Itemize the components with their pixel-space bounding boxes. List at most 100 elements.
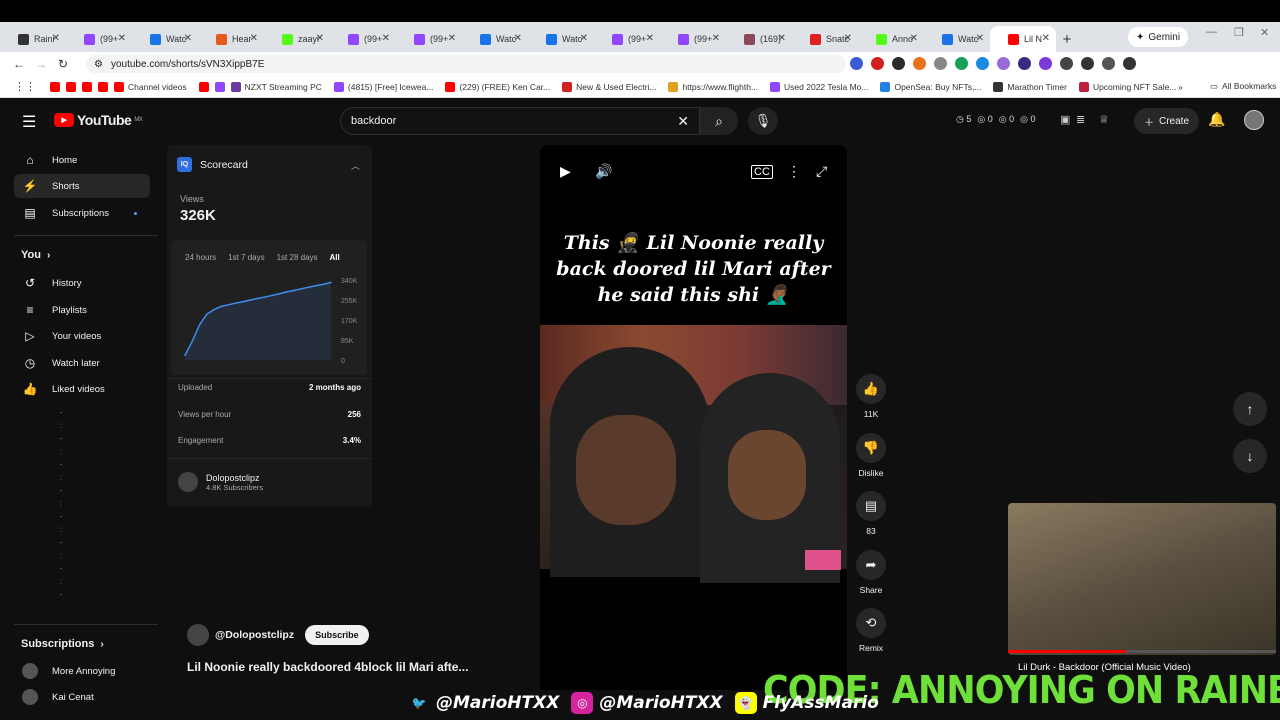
close-tab-icon[interactable]: ✕ — [646, 33, 654, 44]
site-info-icon[interactable]: ⚙ — [94, 59, 103, 70]
more-bookmarks-icon[interactable]: » — [1178, 82, 1183, 92]
sidebar-subscriptions-header[interactable]: Subscriptions › — [21, 638, 104, 650]
sidebar-item-home[interactable]: ⌂ Home — [14, 148, 150, 172]
sidebar-item-shorts[interactable]: ⚡ Shorts — [14, 174, 150, 198]
browser-tab[interactable]: Raini ✕ — [0, 26, 66, 52]
apps-icon[interactable]: ⋮⋮ — [14, 80, 36, 93]
bookmark-item[interactable]: (229) (FREE) Ken Car... — [445, 81, 550, 92]
forward-icon[interactable]: → — [30, 57, 52, 71]
close-tab-icon[interactable]: ✕ — [118, 33, 126, 44]
extension-icon[interactable] — [1018, 57, 1031, 70]
bookmark-item[interactable] — [66, 81, 76, 92]
extension-icon[interactable] — [892, 57, 905, 70]
bookmark-item[interactable]: Channel videos — [114, 81, 187, 92]
captions-icon[interactable]: CC — [751, 165, 773, 179]
youtube-logo[interactable]: ▶ YouTube MX — [54, 112, 143, 128]
close-tab-icon[interactable]: ✕ — [514, 33, 522, 44]
notifications-icon[interactable]: 🔔 — [1208, 111, 1225, 128]
sidebar-you-header[interactable]: You › — [21, 249, 50, 261]
browser-tab[interactable]: (99+ ✕ — [594, 26, 660, 52]
menu-icon[interactable]: ☰ — [22, 112, 36, 132]
avatar[interactable] — [187, 624, 209, 646]
browser-tab[interactable]: (99+ ✕ — [396, 26, 462, 52]
collapse-icon[interactable]: ︿ — [351, 159, 360, 172]
minimize-icon[interactable]: — — [1206, 26, 1217, 38]
browser-tab[interactable]: (169) ✕ — [726, 26, 792, 52]
close-tab-icon[interactable]: ✕ — [316, 33, 324, 44]
bookmark-item[interactable] — [82, 81, 92, 92]
search-input[interactable]: backdoor ✕ — [340, 107, 700, 135]
browser-tab[interactable]: (99+ ✕ — [660, 26, 726, 52]
search-button[interactable]: ⌕ — [700, 107, 738, 135]
reload-icon[interactable]: ↻ — [52, 57, 74, 71]
close-tab-icon[interactable]: ✕ — [910, 33, 918, 44]
close-tab-icon[interactable]: ✕ — [778, 33, 786, 44]
extension-icon[interactable] — [976, 57, 989, 70]
mini-progress-bar[interactable] — [1008, 650, 1276, 653]
previous-short-button[interactable]: ↑ — [1233, 392, 1267, 426]
sidebar-item-playlists[interactable]: ≡ Playlists — [14, 298, 150, 322]
extension-icon[interactable] — [850, 57, 863, 70]
bookmark-item[interactable]: New & Used Electri... — [562, 81, 656, 92]
channel-handle[interactable]: @Dolopostclipz — [215, 629, 294, 641]
browser-tab[interactable]: Watc ✕ — [462, 26, 528, 52]
vidiq-icon[interactable]: ▣ — [1060, 113, 1070, 126]
bookmark-item[interactable]: https://www.flighth... — [668, 81, 758, 92]
close-tab-icon[interactable]: ✕ — [580, 33, 588, 44]
bookmark-item[interactable]: OpenSea: Buy NFTs,... — [880, 81, 981, 92]
close-tab-icon[interactable]: ✕ — [712, 33, 720, 44]
short-title[interactable]: Lil Noonie really backdoored 4block lil … — [187, 660, 468, 674]
all-bookmarks[interactable]: ▭ All Bookmarks — [1210, 81, 1276, 92]
browser-tab[interactable]: Anno ✕ — [858, 26, 924, 52]
next-short-button[interactable]: ↓ — [1233, 439, 1267, 473]
volume-icon[interactable]: 🔊 — [595, 163, 612, 180]
create-button[interactable]: ＋ Create — [1134, 108, 1200, 134]
shorts-player[interactable]: ▶ 🔊 CC ⋮ ⤢ This 🥷 Lil Noonie really back… — [540, 145, 847, 690]
subscribe-button[interactable]: Subscribe — [305, 625, 369, 645]
bookmark-item[interactable]: NZXT Streaming PC — [230, 81, 322, 92]
dislike-button[interactable]: 👎 Dislike — [851, 433, 891, 478]
browser-tab[interactable]: Watc ✕ — [132, 26, 198, 52]
close-tab-icon[interactable]: ✕ — [52, 33, 60, 44]
browser-tab[interactable]: Hear ✕ — [198, 26, 264, 52]
close-tab-icon[interactable]: ✕ — [976, 33, 984, 44]
extension-icon[interactable] — [1102, 57, 1115, 70]
like-button[interactable]: 👍 11K — [851, 374, 891, 419]
browser-tab[interactable]: zaayi ✕ — [264, 26, 330, 52]
extension-icon[interactable] — [913, 57, 926, 70]
browser-tab[interactable]: Lil N ✕ — [990, 26, 1056, 52]
close-window-icon[interactable]: ✕ — [1260, 26, 1269, 39]
play-icon[interactable]: ▶ — [560, 163, 571, 180]
sidebar-item-watch-later[interactable]: ◷ Watch later — [14, 351, 150, 375]
browser-tab[interactable]: Watc ✕ — [528, 26, 594, 52]
bookmark-item[interactable]: (4815) [Free] Icewea... — [333, 81, 433, 92]
extension-icon[interactable] — [955, 57, 968, 70]
sidebar-item-subscriptions[interactable]: ▤ Subscriptions — [14, 201, 150, 225]
sidebar-item-history[interactable]: ↺ History — [14, 271, 150, 295]
bookmark-item[interactable]: Upcoming NFT Sale... — [1078, 81, 1176, 92]
share-button[interactable]: ➦ Share — [851, 550, 891, 595]
url-field[interactable]: ⚙ youtube.com/shorts/sVN3XippB7E — [86, 55, 846, 73]
extension-icon[interactable] — [934, 57, 947, 70]
bookmark-item[interactable] — [198, 81, 209, 92]
close-tab-icon[interactable]: ✕ — [844, 33, 852, 44]
restore-icon[interactable]: ❐ — [1234, 26, 1244, 39]
sidebar-sub-more-annoying[interactable]: More Annoying — [14, 659, 150, 683]
close-tab-icon[interactable]: ✕ — [448, 33, 456, 44]
extension-icon[interactable] — [1039, 57, 1052, 70]
list-icon[interactable]: ≣ — [1076, 113, 1085, 126]
sidebar-sub-kai-cenat[interactable]: Kai Cenat — [14, 685, 150, 709]
bookmark-item[interactable] — [50, 81, 60, 92]
extension-icon[interactable] — [1123, 57, 1136, 70]
close-tab-icon[interactable]: ✕ — [1042, 33, 1050, 44]
bookmark-item[interactable]: Used 2022 Tesla Mo... — [770, 81, 868, 92]
close-tab-icon[interactable]: ✕ — [250, 33, 258, 44]
new-tab-button[interactable]: + — [1056, 26, 1078, 52]
mini-player[interactable] — [1008, 503, 1276, 655]
bookmark-item[interactable] — [214, 81, 225, 92]
browser-tab[interactable]: Watc ✕ — [924, 26, 990, 52]
account-avatar[interactable] — [1244, 110, 1264, 130]
clear-search-icon[interactable]: ✕ — [677, 113, 689, 130]
extension-icon[interactable] — [871, 57, 884, 70]
sidebar-item-your-videos[interactable]: ▷ Your videos — [14, 324, 150, 348]
